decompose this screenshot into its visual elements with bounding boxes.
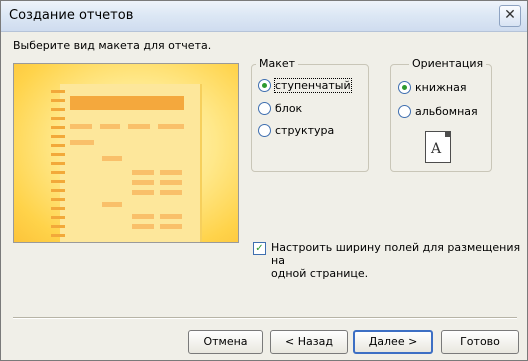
radio-label: альбомная	[415, 104, 478, 118]
layout-preview-image	[13, 63, 239, 243]
finish-button[interactable]: Готово	[441, 330, 519, 354]
next-button[interactable]: Далее >	[353, 330, 433, 354]
checkbox-box[interactable]: ✓	[253, 242, 266, 255]
layout-radio-outline[interactable]: структура	[258, 122, 334, 138]
page-letter-icon: A	[431, 141, 442, 157]
orientation-radio-portrait[interactable]: книжная	[398, 79, 466, 95]
title-bar: Создание отчетов ✕	[1, 1, 527, 32]
preview-detail-bar	[132, 224, 154, 229]
radio-button[interactable]	[258, 123, 271, 137]
orientation-radio-landscape[interactable]: альбомная	[398, 103, 478, 119]
preview-detail-bar	[160, 180, 182, 185]
layout-group-legend: Макет	[256, 57, 299, 70]
preview-detail-bar	[132, 190, 154, 195]
report-wizard-window: Создание отчетов ✕ Выберите вид макета д…	[0, 0, 528, 361]
preview-page	[60, 84, 200, 242]
preview-detail-bar	[160, 214, 182, 219]
button-divider	[13, 317, 517, 319]
radio-label: книжная	[415, 80, 467, 94]
preview-group-bar	[102, 156, 122, 161]
preview-header-bar	[128, 124, 150, 129]
preview-header-bar	[100, 124, 120, 129]
checkbox-label: Настроить ширину полей для размещения на…	[271, 241, 527, 280]
preview-group-bar	[70, 140, 94, 145]
radio-button[interactable]	[258, 101, 271, 115]
close-button[interactable]: ✕	[499, 5, 521, 27]
preview-detail-bar	[132, 170, 154, 175]
preview-detail-bar	[160, 224, 182, 229]
preview-detail-bar	[160, 170, 182, 175]
checkbox-label-line1: Настроить ширину полей для размещения на	[271, 241, 521, 267]
adjust-width-checkbox[interactable]: ✓ Настроить ширину полей для размещения …	[253, 241, 527, 280]
back-button[interactable]: < Назад	[270, 330, 348, 354]
portrait-page-icon: A	[425, 131, 451, 163]
preview-group-bar	[102, 202, 122, 207]
cancel-button[interactable]: Отмена	[188, 330, 263, 354]
layout-radio-block[interactable]: блок	[258, 100, 302, 116]
preview-spiral-binding	[51, 90, 65, 240]
preview-header-bar	[70, 124, 92, 129]
orientation-group-legend: Ориентация	[409, 57, 487, 70]
preview-header-bar	[158, 124, 184, 129]
window-title: Создание отчетов	[9, 8, 134, 23]
preview-detail-bar	[160, 190, 182, 195]
checkbox-label-line2: одной странице.	[271, 267, 369, 280]
radio-label: структура	[275, 123, 335, 137]
preview-detail-bar	[132, 180, 154, 185]
instruction-text: Выберите вид макета для отчета.	[13, 39, 212, 52]
radio-button[interactable]	[258, 78, 271, 92]
radio-button[interactable]	[398, 104, 411, 118]
preview-title-bar	[70, 96, 184, 110]
layout-radio-stepped[interactable]: ступенчатый	[258, 77, 352, 93]
radio-label: ступенчатый	[274, 77, 352, 93]
radio-button[interactable]	[398, 80, 411, 94]
radio-label: блок	[275, 101, 303, 115]
preview-detail-bar	[132, 214, 154, 219]
